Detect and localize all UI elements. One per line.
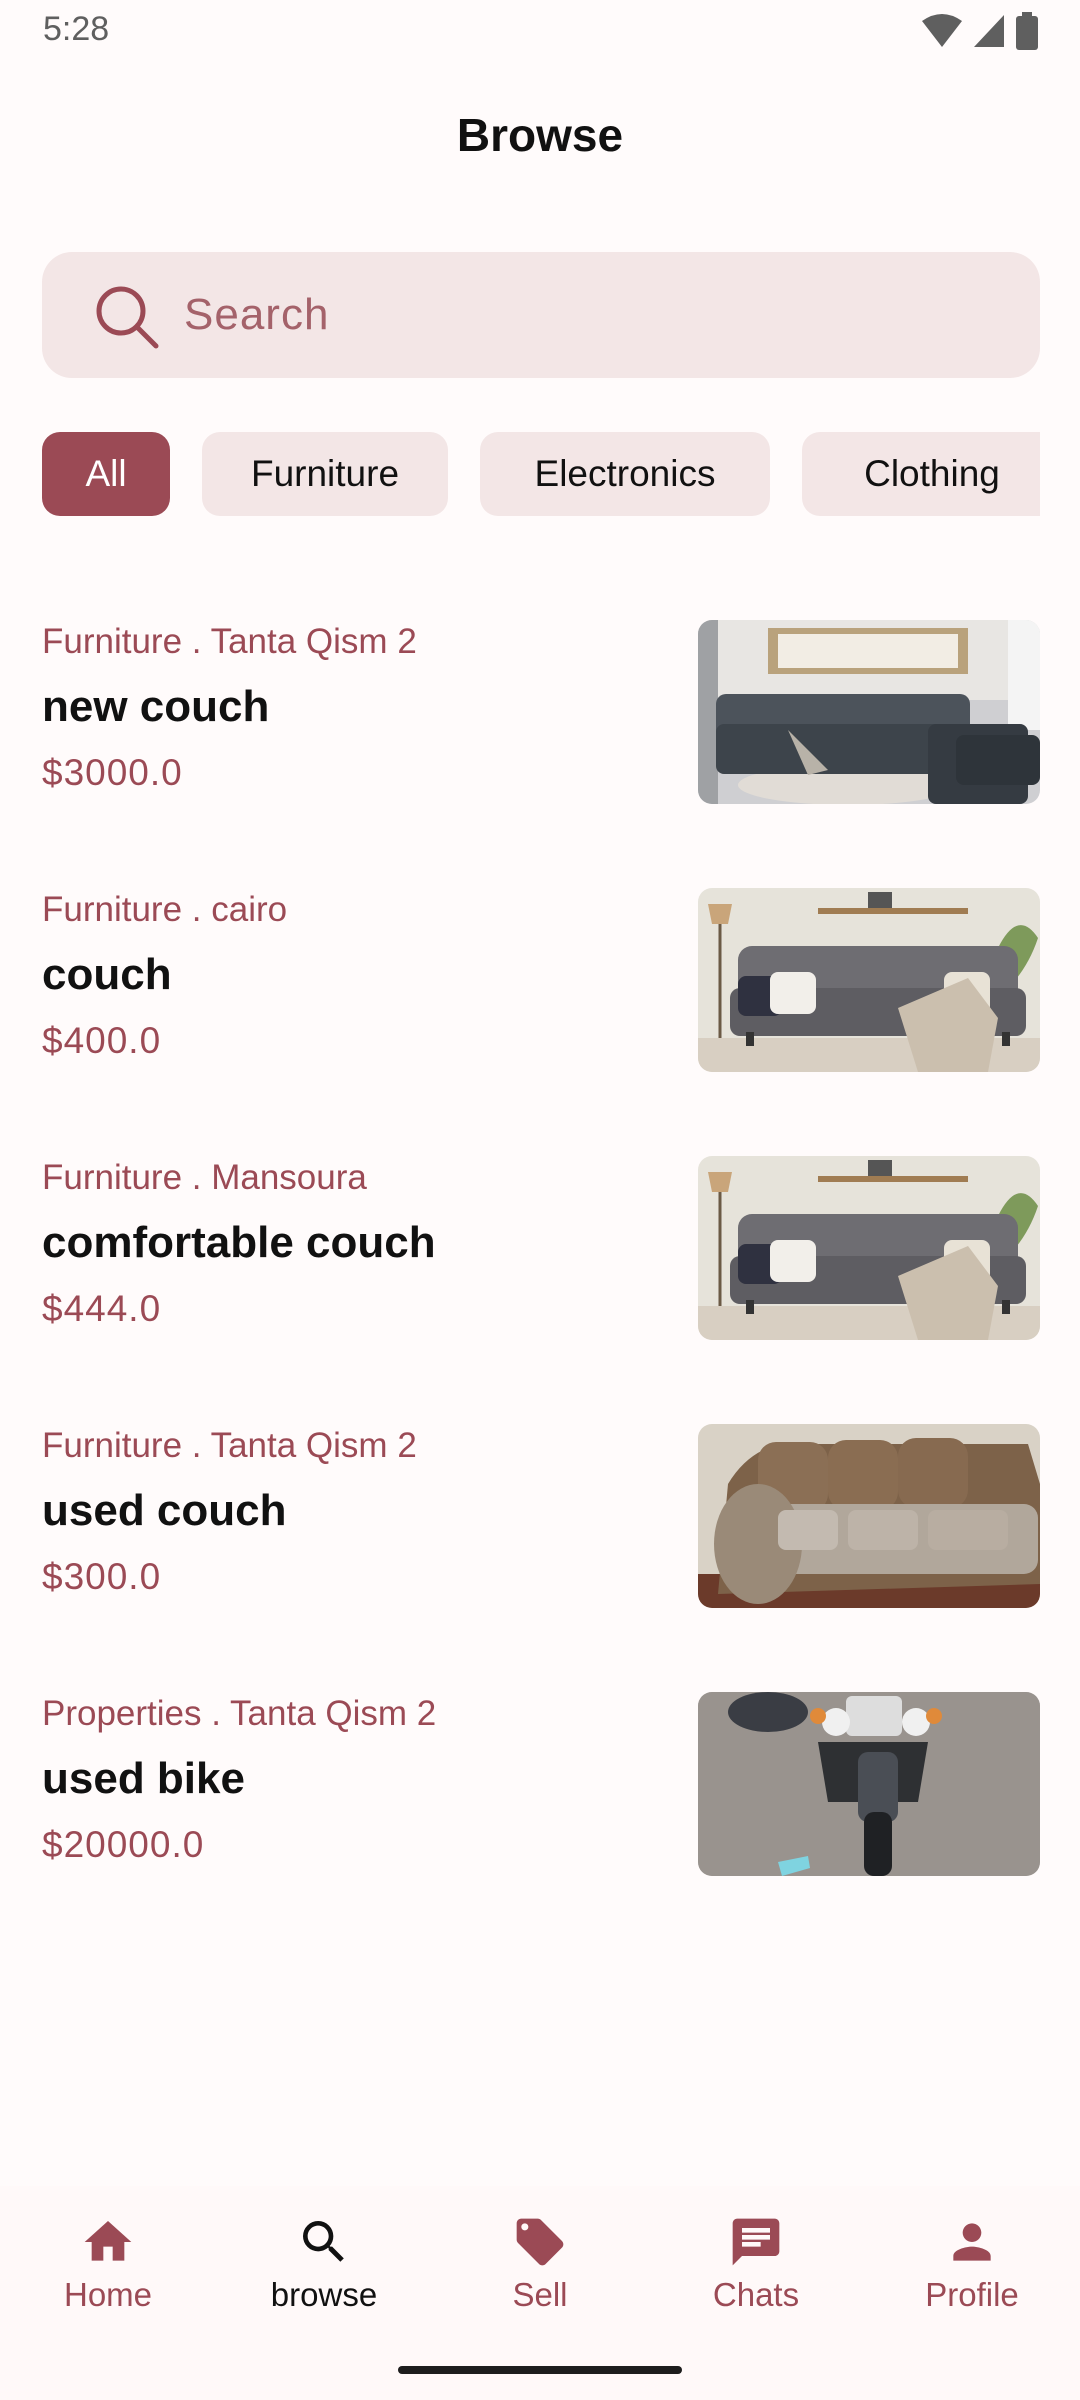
status-time: 5:28 [43, 10, 110, 48]
listing-meta: Furniture . Mansoura [42, 1158, 367, 1197]
listing-item[interactable]: Furniture . Tanta Qism 2 new couch $3000… [42, 620, 1040, 808]
nav-chats[interactable]: Chats [676, 2214, 836, 2334]
listing-item[interactable]: Properties . Tanta Qism 2 used bike $200… [42, 1692, 1040, 1880]
chip-label: Furniture [250, 453, 400, 494]
listing-image [698, 1692, 1040, 1876]
search-icon [303, 2221, 344, 2262]
nav-profile[interactable]: Profile [892, 2214, 1052, 2334]
search-input[interactable] [184, 252, 1004, 378]
listing-meta: Furniture . Tanta Qism 2 [42, 622, 417, 661]
chip-clothing[interactable]: Clothing [802, 432, 1040, 516]
person-icon [953, 2223, 991, 2261]
listing-item[interactable]: Furniture . Mansoura comfortable couch $… [42, 1156, 1040, 1344]
search-bar[interactable] [42, 252, 1040, 378]
chip-label: Clothing [864, 453, 1000, 494]
listing-image [698, 1156, 1040, 1340]
listing-meta: Furniture . cairo [42, 890, 288, 929]
nav-label: Chats [712, 2276, 800, 2313]
listing-title: comfortable couch [42, 1218, 436, 1267]
signal-icon [974, 15, 1004, 47]
listing-price: $300.0 [42, 1556, 162, 1597]
nav-browse[interactable]: browse [244, 2214, 404, 2334]
chat-icon [732, 2218, 780, 2266]
category-filter-chips: All Furniture Electronics Clothing [42, 432, 1040, 516]
listing-price: $3000.0 [42, 752, 183, 793]
listing-item[interactable]: Furniture . cairo couch $400.0 [42, 888, 1040, 1076]
listing-title: used bike [42, 1754, 245, 1803]
nav-label: Home [63, 2276, 153, 2313]
nav-sell[interactable]: Sell [460, 2214, 620, 2334]
chip-label: All [85, 453, 127, 494]
listing-meta: Properties . Tanta Qism 2 [42, 1694, 437, 1733]
battery-icon [1016, 12, 1038, 50]
status-icons [922, 12, 1038, 50]
listing-price: $20000.0 [42, 1824, 205, 1865]
chip-furniture[interactable]: Furniture [202, 432, 448, 516]
listing-image [698, 888, 1040, 1072]
listing-title: couch [42, 950, 172, 999]
nav-label: Profile [925, 2276, 1019, 2313]
listing-title: used couch [42, 1486, 287, 1535]
listing-item[interactable]: Furniture . Tanta Qism 2 used couch $300… [42, 1424, 1040, 1612]
status-bar: 5:28 [0, 0, 1080, 64]
listing-price: $444.0 [42, 1288, 162, 1329]
listing-meta: Furniture . Tanta Qism 2 [42, 1426, 417, 1465]
listing-image [698, 620, 1040, 804]
page-title: Browse [456, 109, 624, 161]
listing-image [698, 1424, 1040, 1608]
chip-label: Electronics [534, 453, 716, 494]
browse-screen: 5:28 Browse All Furniture [0, 0, 1080, 2400]
nav-label: browse [270, 2276, 378, 2313]
listing-title: new couch [42, 682, 270, 731]
nav-home[interactable]: Home [28, 2214, 188, 2334]
chip-all[interactable]: All [42, 432, 170, 516]
tag-icon [516, 2218, 564, 2266]
listing-price: $400.0 [42, 1020, 162, 1061]
search-icon [96, 286, 159, 349]
chip-electronics[interactable]: Electronics [480, 432, 770, 516]
wifi-icon [922, 14, 962, 47]
home-icon [84, 2221, 132, 2261]
nav-label: Sell [512, 2276, 568, 2313]
gesture-handle[interactable] [398, 2366, 682, 2374]
